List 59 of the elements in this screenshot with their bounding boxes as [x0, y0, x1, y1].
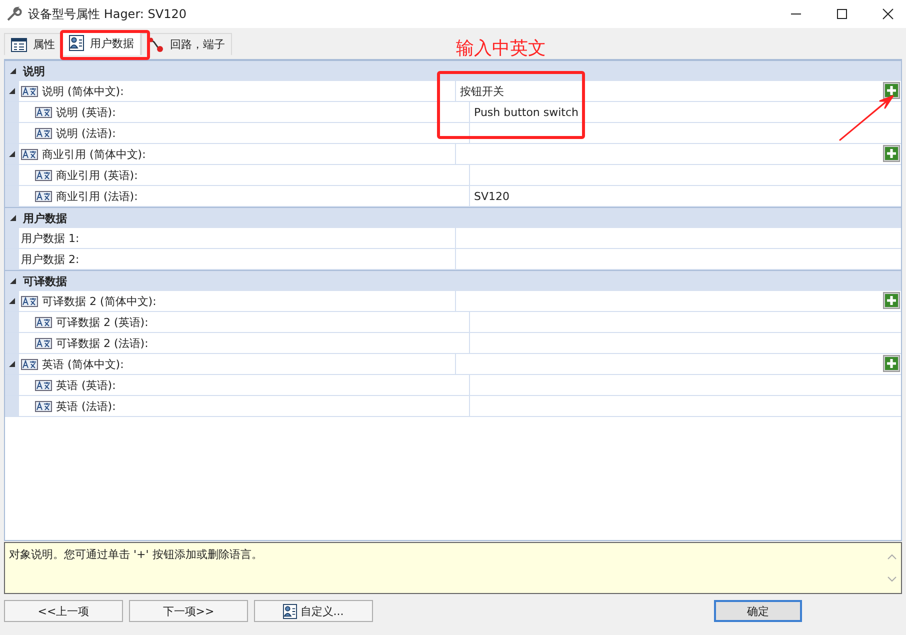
add-icon[interactable] — [883, 145, 900, 162]
property-label: 说明 (简体中文): — [42, 84, 124, 98]
tab[interactable]: 回路，端子 — [141, 33, 232, 55]
translate-icon — [35, 170, 52, 180]
expand-arrow-icon[interactable] — [9, 214, 17, 222]
section-header: 用户数据 — [23, 210, 67, 226]
expand-arrow-icon[interactable] — [8, 87, 16, 95]
description-text: 对象说明。您可通过单击 '+' 按钮添加或删除语言。 — [9, 547, 262, 563]
property-label: 可译数据 2 (英语): — [56, 314, 148, 330]
nav-button[interactable]: <<上一项 — [4, 600, 123, 622]
property-label: 说明 (英语): — [56, 104, 116, 120]
section-header: 说明 — [23, 64, 45, 78]
wrench-icon — [6, 6, 22, 22]
translate-icon — [21, 86, 38, 96]
close-icon[interactable] — [882, 8, 894, 20]
add-icon[interactable] — [883, 355, 900, 372]
tab[interactable]: 属性 — [4, 33, 62, 55]
expand-arrow-icon[interactable] — [9, 277, 17, 285]
add-icon[interactable] — [883, 82, 900, 99]
expand-arrow-icon[interactable] — [8, 297, 16, 305]
property-value[interactable]: SV120 — [474, 190, 510, 202]
property-value[interactable]: 按钮开关 — [460, 84, 504, 98]
translate-icon — [35, 400, 52, 412]
user-document-icon — [69, 35, 84, 51]
expand-arrow-icon[interactable] — [8, 360, 16, 368]
ok-button[interactable]: 确定 — [714, 600, 802, 622]
translate-icon — [35, 106, 52, 118]
property-label: 说明 (法语): — [56, 126, 116, 140]
annotation-text: 输入中英文 — [456, 37, 546, 60]
translate-icon — [35, 316, 52, 328]
property-label: 商业引用 (简体中文): — [42, 146, 146, 162]
connection-icon — [148, 36, 164, 52]
translate-icon — [21, 296, 38, 306]
property-label: 商业引用 (英语): — [56, 168, 138, 182]
user-document-icon — [283, 604, 298, 618]
property-label: 可译数据 2 (简体中文): — [42, 294, 156, 308]
maximize-icon[interactable] — [836, 8, 848, 20]
translate-icon — [35, 190, 52, 202]
expand-arrow-icon[interactable] — [8, 150, 16, 158]
property-label: 商业引用 (法语): — [56, 188, 138, 204]
property-label: 英语 (简体中文): — [42, 356, 124, 372]
translate-icon — [21, 358, 38, 370]
property-label: 用户数据 1: — [21, 230, 80, 246]
expand-arrow-icon[interactable] — [9, 67, 17, 75]
section-header: 可译数据 — [23, 274, 67, 288]
customize-button[interactable]: 自定义... — [254, 600, 373, 622]
add-icon[interactable] — [883, 292, 900, 309]
property-label: 英语 (法语): — [56, 398, 116, 414]
property-value[interactable]: Push button switch — [474, 106, 579, 118]
list-icon — [11, 38, 27, 52]
nav-button[interactable]: 下一项>> — [129, 600, 248, 622]
translate-icon — [35, 128, 52, 138]
window-title: 设备型号属性 Hager: SV120 — [28, 6, 187, 22]
property-label: 用户数据 2: — [21, 252, 80, 266]
translate-icon — [21, 148, 38, 160]
property-label: 英语 (英语): — [56, 378, 116, 392]
translate-icon — [35, 380, 52, 390]
translate-icon — [35, 338, 52, 348]
property-label: 可译数据 2 (法语): — [56, 336, 148, 350]
